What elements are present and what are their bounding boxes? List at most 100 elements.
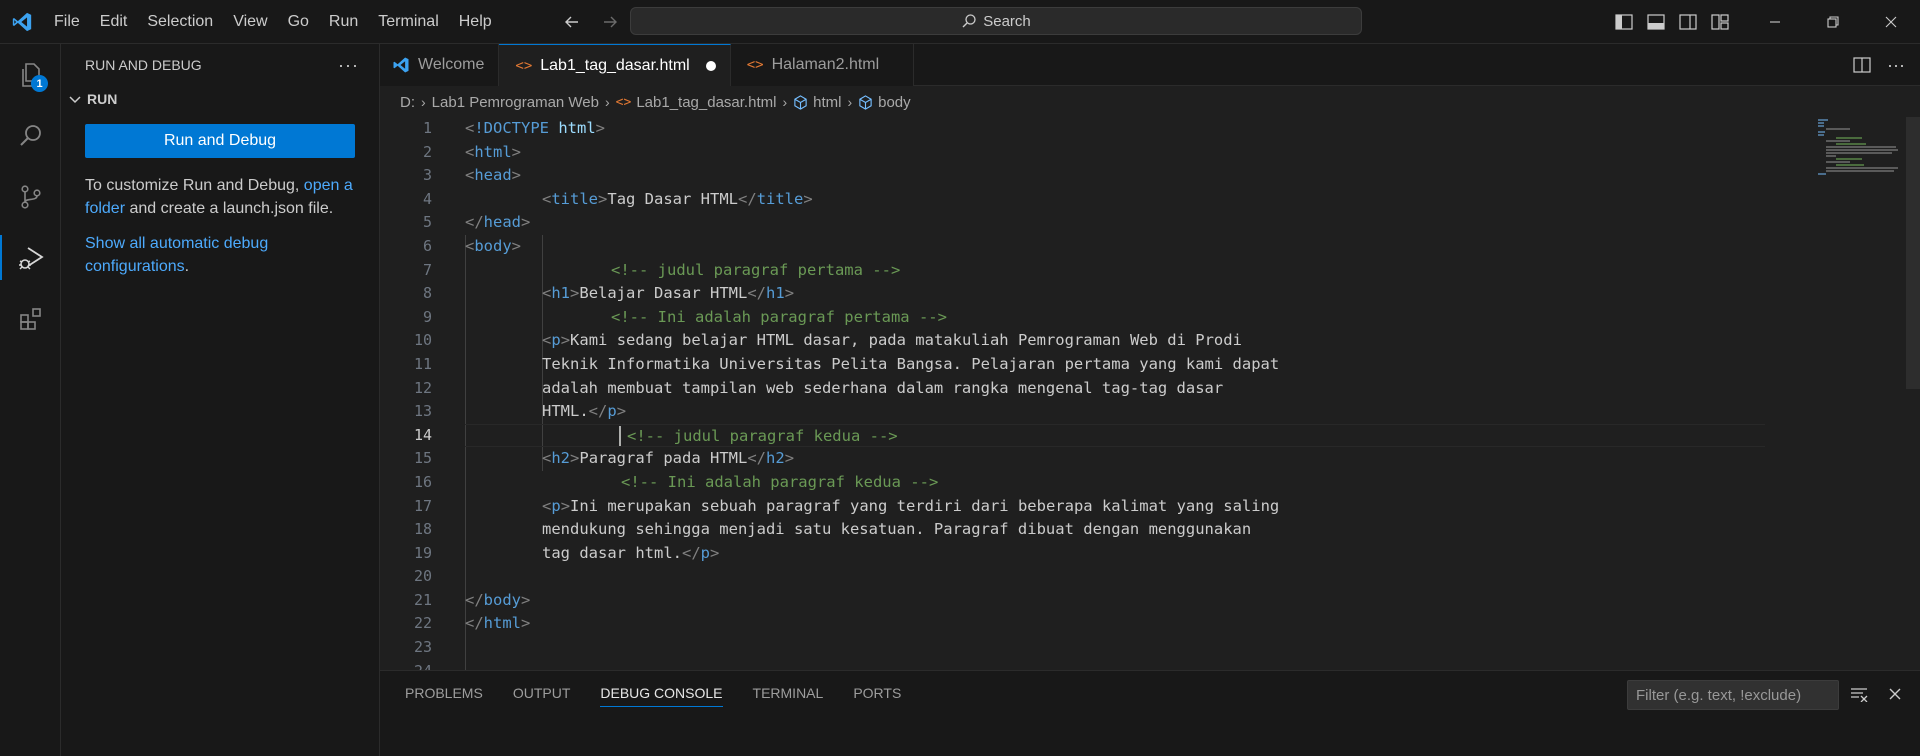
chevron-right-icon: › [847,94,853,110]
code-line: HTML.</p> [542,402,627,421]
menu-view[interactable]: View [223,0,277,44]
menu-help[interactable]: Help [449,0,502,44]
line-number: 23 [413,638,432,657]
code-line: <h2>Paragraf pada HTML</h2> [542,449,795,468]
panel-tab-problems[interactable]: PROBLEMS [405,671,483,715]
breadcrumb-folder[interactable]: Lab1 Pemrograman Web [432,94,599,111]
line-number: 5 [422,213,432,232]
customize-run-text: To customize Run and Debug, open a folde… [85,174,355,220]
chevron-right-icon: › [421,94,426,110]
menu-edit[interactable]: Edit [90,0,138,44]
close-window-icon[interactable] [1862,0,1920,44]
line-number: 18 [413,520,432,539]
line-number: 11 [413,354,432,373]
line-number: 1 [422,119,432,137]
line-number-gutter: 1 2 3 4 5 6 7 8 9 10 11 12 13 14 15 16 1… [380,117,432,670]
source-control-icon[interactable] [0,166,61,227]
minimap[interactable] [1816,117,1906,177]
line-number: 2 [422,142,432,161]
menu-run[interactable]: Run [319,0,368,44]
command-center-search[interactable]: Search [630,7,1362,35]
run-debug-sidebar: RUN AND DEBUG ··· RUN Run and Debug To c… [61,44,380,756]
code-line: <p>Kami sedang belajar HTML dasar, pada … [542,331,1242,350]
chevron-right-icon: › [605,94,610,110]
back-arrow-icon[interactable] [560,8,584,36]
line-number: 9 [422,307,432,326]
code-line: <!-- Ini adalah paragraf pertama --> [611,307,947,326]
sidebar-title: RUN AND DEBUG [85,57,202,73]
show-configs-period: . [184,258,190,275]
breadcrumb-file[interactable]: <> Lab1_tag_dasar.html [616,94,777,111]
close-panel-icon[interactable] [1882,680,1908,708]
code-line: </html> [465,614,531,633]
panel-tab-terminal[interactable]: TERMINAL [753,671,824,715]
code-line: adalah membuat tampilan web sederhana da… [542,378,1224,397]
unsaved-dot-icon[interactable] [705,60,716,71]
breadcrumb-html-node[interactable]: html [793,94,841,111]
tab-halaman2[interactable]: <> Halaman2.html [730,44,915,86]
run-and-debug-icon[interactable] [0,227,61,288]
forward-arrow-icon[interactable] [598,8,622,36]
minimize-icon[interactable] [1746,0,1804,44]
toggle-panel-icon[interactable] [1642,8,1670,36]
line-number: 24 [380,660,432,670]
code-content[interactable]: <!DOCTYPE html> <html> <head> <title>Tag… [465,117,1765,660]
customize-text-end: and create a launch.json file. [125,200,334,217]
menu-terminal[interactable]: Terminal [368,0,448,44]
html-file-icon: <> [515,57,533,74]
code-line: </body> [465,590,531,609]
code-line: <head> [465,166,522,185]
breadcrumb-body-label: body [878,93,911,111]
debug-console-filter-input[interactable]: Filter (e.g. text, !exclude) [1627,680,1839,710]
panel-tab-debug-console[interactable]: DEBUG CONSOLE [600,671,723,715]
breadcrumb-drive[interactable]: D: [400,94,415,111]
run-section-header[interactable]: RUN [61,86,379,112]
show-configs-text: Show all automatic debug configurations. [85,232,355,278]
line-number: 17 [413,496,432,515]
search-view-icon[interactable] [0,105,61,166]
panel-tab-output[interactable]: OUTPUT [513,671,571,715]
code-line: <title>Tag Dasar HTML</title> [542,189,813,208]
line-number: 21 [413,590,432,609]
extensions-icon[interactable] [0,288,61,349]
breadcrumb-body-node[interactable]: body [858,94,911,111]
code-line-current: <!-- judul paragraf kedua --> [465,423,1765,448]
split-editor-icon[interactable] [1848,51,1876,79]
vscode-logo-icon [0,0,44,44]
explorer-icon[interactable]: 1 [0,44,61,105]
line-number: 15 [413,449,432,468]
line-number: 16 [413,472,432,491]
code-line: </head> [465,213,531,232]
search-label: Search [983,12,1031,30]
code-editor[interactable]: 1 2 3 4 5 6 7 8 9 10 11 12 13 14 15 16 1… [380,117,1920,670]
menu-go[interactable]: Go [278,0,319,44]
explorer-badge: 1 [31,75,48,92]
editor-tab-bar: Welcome <> Lab1_tag_dasar.html <> Halama… [380,44,1920,86]
more-editor-actions-icon[interactable]: ··· [1882,51,1910,79]
line-number: 12 [413,378,432,397]
tab-lab1-tag-dasar[interactable]: <> Lab1_tag_dasar.html [499,44,731,86]
editor-scrollbar[interactable] [1906,117,1920,670]
search-icon [962,14,976,28]
panel-tab-ports[interactable]: PORTS [853,671,901,715]
run-and-debug-button[interactable]: Run and Debug [85,124,355,158]
restore-icon[interactable] [1804,0,1862,44]
toggle-primary-sidebar-icon[interactable] [1610,8,1638,36]
scrollbar-thumb[interactable] [1906,117,1920,389]
clear-console-icon[interactable] [1846,680,1872,708]
code-line: <body> [465,236,522,255]
line-number: 3 [422,166,432,185]
code-line: <!-- Ini adalah paragraf kedua --> [621,472,939,491]
run-section-label: RUN [87,91,118,107]
toggle-secondary-sidebar-icon[interactable] [1674,8,1702,36]
menu-file[interactable]: File [44,0,90,44]
line-number: 19 [413,543,432,562]
show-debug-configurations-link[interactable]: Show all automatic debug configurations [85,235,268,275]
customize-layout-icon[interactable] [1706,8,1734,36]
tab-welcome[interactable]: Welcome [380,44,500,86]
menu-selection[interactable]: Selection [137,0,223,44]
more-actions-icon[interactable]: ··· [338,55,359,76]
line-number-current: 14 [413,425,432,444]
